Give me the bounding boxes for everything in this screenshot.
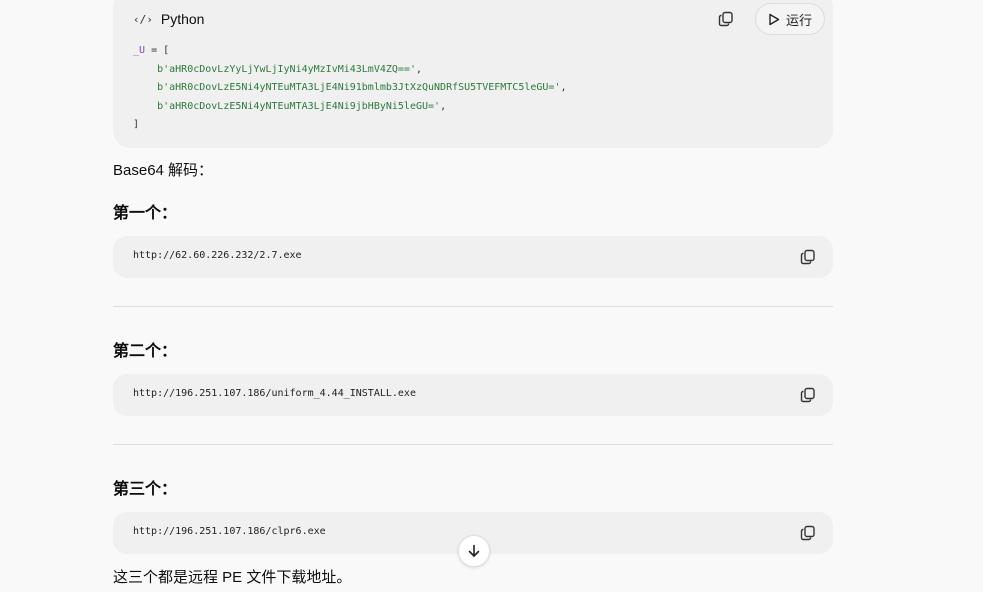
code-close: ] <box>133 119 140 130</box>
section-heading-1: 第一个： <box>113 205 178 222</box>
copy-icon <box>800 525 815 541</box>
divider <box>113 444 833 445</box>
run-button-label: 运行 <box>785 12 812 28</box>
url-code-block-1: http://62.60.226.232/2.7.exe <box>113 236 833 278</box>
code-string: b'aHR0cDovLzE5Ni4yNTEuMTA3LjE4Ni9jbHByNi… <box>157 100 441 112</box>
code-string: b'aHR0cDovLzYyLjYwLjIyNi4yMzIvMi43LmV4ZQ… <box>157 63 416 75</box>
code-variable: _U <box>133 45 146 56</box>
code-sep: , <box>440 100 447 112</box>
copy-code-button[interactable] <box>716 9 736 29</box>
play-icon <box>769 13 780 25</box>
conclusion-text: 这三个都是远程 PE 文件下载地址。 <box>113 569 352 586</box>
code-sep: , <box>415 63 423 75</box>
copy-icon <box>800 249 815 265</box>
code-language-label: Python <box>160 11 205 27</box>
divider <box>113 306 833 307</box>
url-text: http://196.251.107.186/uniform_4.44_INST… <box>133 388 416 399</box>
copy-url-button[interactable] <box>798 523 818 543</box>
section-heading-2: 第二个： <box>113 343 178 360</box>
run-button[interactable]: 运行 <box>754 3 825 35</box>
copy-url-button[interactable] <box>798 247 818 267</box>
section-heading-3: 第三个： <box>113 481 178 498</box>
code-block-header: ‹/› Python <box>133 8 204 30</box>
url-text: http://196.251.107.186/clpr6.exe <box>133 526 326 537</box>
url-text: http://62.60.226.232/2.7.exe <box>133 250 302 261</box>
scroll-to-bottom-button[interactable] <box>458 535 490 567</box>
intro-text: Base64 解码： <box>113 162 214 179</box>
code-block: ‹/› Python 运行 _U = [ b'aHR0cDovLzYyLjYwL… <box>113 0 833 148</box>
copy-url-button[interactable] <box>798 385 818 405</box>
url-code-block-2: http://196.251.107.186/uniform_4.44_INST… <box>113 374 833 416</box>
arrow-down-icon <box>468 544 480 557</box>
code-icon: ‹/› <box>133 12 153 26</box>
copy-icon <box>718 11 733 27</box>
code-string: b'aHR0cDovLzE5Ni4yNTEuMTA3LjE4Ni91bmlmb3… <box>157 82 561 93</box>
copy-icon <box>800 387 815 403</box>
code-assign: = [ <box>145 45 170 56</box>
code-content: _U = [ b'aHR0cDovLzYyLjYwLjIyNi4yMzIvMi4… <box>133 42 567 135</box>
code-sep: , <box>560 82 567 93</box>
